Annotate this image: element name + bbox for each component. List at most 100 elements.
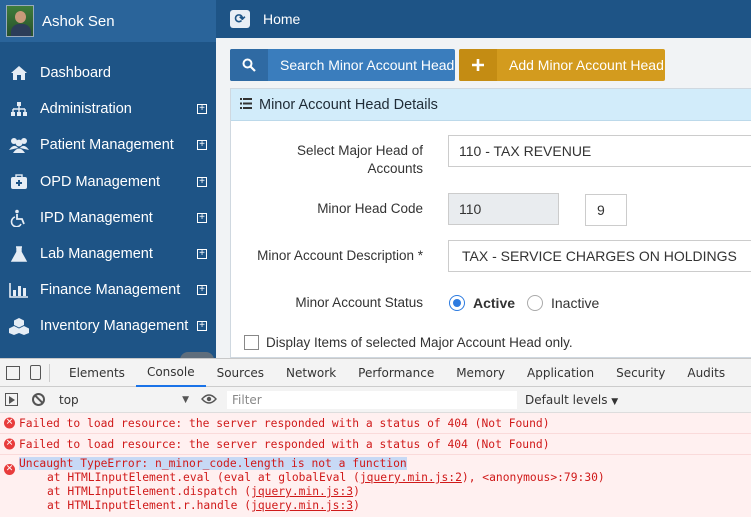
checkbox-label: Display Items of selected Major Account … — [266, 335, 573, 350]
minor-code-prefix-field: 110 — [448, 193, 559, 225]
avatar — [6, 5, 34, 37]
device-toolbar-icon[interactable] — [30, 365, 41, 380]
flask-icon — [8, 245, 30, 263]
page-title: Home — [263, 11, 301, 27]
description-label: Minor Account Description * — [257, 248, 423, 263]
tab-network[interactable]: Network — [275, 359, 347, 387]
sidebar-item-label: OPD Management — [40, 173, 161, 190]
console-error-message: ✕ Failed to load resource: the server re… — [0, 434, 751, 455]
radio-unselected-icon — [527, 295, 543, 311]
status-active-label: Active — [473, 295, 516, 311]
inspect-element-icon[interactable] — [6, 365, 20, 380]
sidebar-item-label: Patient Management — [40, 137, 174, 154]
sidebar-item-inventory-management[interactable]: Inventory Management + — [0, 308, 216, 344]
checkbox-icon — [244, 335, 259, 350]
sidebar-item-opd-management[interactable]: OPD Management + — [0, 164, 216, 200]
plus-icon — [459, 49, 497, 81]
filter-major-head-checkbox[interactable]: Display Items of selected Major Account … — [244, 335, 573, 350]
sidebar-item-administration[interactable]: Administration + — [0, 91, 216, 127]
error-message-text: Uncaught TypeError: n_minor_code.length … — [19, 457, 407, 470]
tab-audits[interactable]: Audits — [676, 359, 736, 387]
sidebar-item-label: Finance Management — [40, 282, 181, 299]
error-icon: ✕ — [4, 438, 15, 450]
devtools-panel: Elements Console Sources Network Perform… — [0, 358, 751, 518]
radio-selected-icon — [449, 295, 465, 311]
sidebar-item-label: IPD Management — [40, 209, 153, 226]
console-message-text: Failed to load resource: the server resp… — [19, 416, 550, 430]
tab-security[interactable]: Security — [605, 359, 676, 387]
user-name: Ashok Sen — [42, 12, 115, 30]
expand-icon[interactable]: + — [197, 249, 207, 260]
status-inactive-radio[interactable]: Inactive — [527, 295, 599, 311]
source-link[interactable]: jquery.min.js:3 — [251, 499, 353, 512]
minor-code-input[interactable]: 9 — [585, 194, 627, 226]
show-drawer-icon[interactable] — [5, 393, 18, 406]
add-button-label: Add Minor Account Head — [509, 57, 664, 73]
source-link[interactable]: jquery.min.js:2 — [360, 471, 462, 484]
cubes-icon — [8, 317, 30, 336]
context-select[interactable]: top ▼ — [59, 393, 189, 407]
tab-console[interactable]: Console — [135, 359, 206, 387]
status-label: Minor Account Status — [295, 295, 423, 310]
search-button-label: Search Minor Account Head — [280, 57, 455, 73]
top-bar: ⟳ Home — [216, 0, 751, 38]
main-content: Search Minor Account Head Add Minor Acco… — [216, 38, 751, 358]
sidebar-item-lab-management[interactable]: Lab Management + — [0, 236, 216, 272]
expand-icon[interactable]: + — [197, 176, 207, 187]
tab-sources[interactable]: Sources — [206, 359, 275, 387]
minor-code-label: Minor Head Code — [317, 201, 423, 216]
search-icon — [230, 49, 268, 81]
tab-application[interactable]: Application — [516, 359, 605, 387]
context-value: top — [59, 392, 79, 407]
stack-trace-line: at HTMLInputElement.dispatch (jquery.min… — [47, 485, 360, 498]
expand-icon[interactable]: + — [197, 212, 207, 223]
expand-icon[interactable]: + — [197, 104, 207, 115]
user-profile[interactable]: Ashok Sen — [0, 0, 216, 42]
sitemap-icon — [8, 100, 30, 118]
error-icon: ✕ — [4, 417, 15, 429]
dropdown-arrow-icon: ▼ — [611, 396, 619, 407]
sidebar-menu: Dashboard Administration + Patient Manag… — [0, 42, 216, 345]
list-icon — [240, 97, 252, 112]
users-icon — [8, 136, 30, 154]
error-icon: ✕ — [4, 464, 15, 475]
stack-trace-line: at HTMLInputElement.eval (eval at global… — [47, 471, 605, 484]
log-levels-select[interactable]: Default levels ▼ — [525, 393, 618, 407]
tab-elements[interactable]: Elements — [58, 359, 136, 387]
panel-title: Minor Account Head Details — [259, 96, 438, 113]
dropdown-arrow-icon: ▼ — [182, 394, 189, 405]
major-head-select[interactable]: 110 - TAX REVENUE — [448, 135, 751, 167]
sidebar-item-label: Inventory Management — [40, 318, 189, 335]
sidebar: Ashok Sen Dashboard Administration + Pat… — [0, 0, 216, 360]
sidebar-item-finance-management[interactable]: Finance Management + — [0, 272, 216, 308]
description-input[interactable]: TAX - SERVICE CHARGES ON HOLDINGS — [448, 240, 751, 272]
refresh-icon[interactable]: ⟳ — [230, 10, 250, 28]
search-minor-account-head-button[interactable]: Search Minor Account Head — [230, 49, 455, 81]
source-link[interactable]: jquery.min.js:3 — [251, 485, 353, 498]
stack-trace-line: at HTMLInputElement.r.handle (jquery.min… — [47, 499, 360, 512]
expand-icon[interactable]: + — [197, 285, 207, 296]
expand-icon[interactable]: + — [197, 140, 207, 151]
eye-icon[interactable] — [201, 392, 217, 408]
console-error-message: ✕ Failed to load resource: the server re… — [0, 413, 751, 434]
devtools-tab-bar: Elements Console Sources Network Perform… — [0, 359, 751, 387]
add-minor-account-head-button[interactable]: Add Minor Account Head — [459, 49, 665, 81]
status-active-radio[interactable]: Active — [449, 295, 515, 311]
panel-header: Minor Account Head Details — [231, 89, 751, 121]
sidebar-item-dashboard[interactable]: Dashboard — [0, 55, 216, 91]
tab-memory[interactable]: Memory — [445, 359, 516, 387]
expand-icon[interactable]: + — [197, 321, 207, 332]
divider — [49, 363, 50, 382]
status-inactive-label: Inactive — [551, 295, 600, 311]
wheelchair-icon — [8, 209, 30, 227]
log-levels-label: Default levels — [525, 392, 608, 407]
tab-performance[interactable]: Performance — [347, 359, 445, 387]
console-message-text: Failed to load resource: the server resp… — [19, 437, 550, 451]
clear-console-icon[interactable] — [32, 393, 45, 406]
sidebar-item-patient-management[interactable]: Patient Management + — [0, 127, 216, 163]
sidebar-item-ipd-management[interactable]: IPD Management + — [0, 200, 216, 236]
console-uncaught-error: ✕ Uncaught TypeError: n_minor_code.lengt… — [0, 455, 751, 517]
console-filter-input[interactable]: Filter — [227, 390, 517, 409]
chart-icon — [8, 281, 30, 299]
home-icon — [8, 64, 30, 82]
